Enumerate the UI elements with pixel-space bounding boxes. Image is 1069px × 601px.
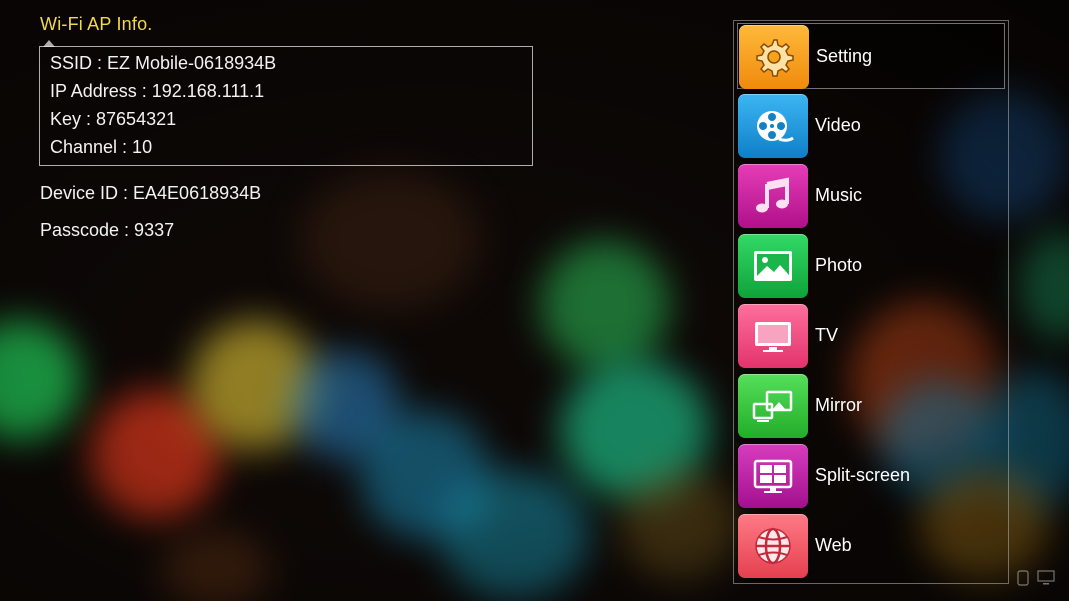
menu-label-music: Music [815,185,863,205]
channel-text: Channel : 10 [50,137,153,157]
film-reel-icon [738,94,808,158]
menu-label-setting: Setting [816,46,873,66]
menu-label-split-screen: Split-screen [815,465,911,485]
wifi-info-box: SSID : EZ Mobile-0618934B IP Address : 1… [39,40,533,166]
picture-icon [738,234,808,298]
tv-icon [738,304,808,368]
menu-label-video: Video [815,115,861,135]
device-icon [1017,570,1029,591]
music-note-icon [738,164,808,228]
menu-label-web: Web [815,535,852,555]
corner-status-icons [1017,570,1055,591]
gear-icon [739,25,809,89]
menu-item-music[interactable]: Music [737,163,1005,229]
menu-label-mirror: Mirror [815,395,862,415]
key-text: Key : 87654321 [50,109,177,129]
globe-icon [738,514,808,578]
menu-label-photo: Photo [815,255,863,275]
screen-mirror-icon [738,374,808,438]
passcode-text: Passcode : 9337 [40,220,175,240]
monitor-icon [1037,570,1055,591]
main-menu: Setting Video Music Photo TV Mirror Spli… [733,20,1009,584]
menu-label-tv: TV [815,325,839,345]
menu-item-web[interactable]: Web [737,513,1005,579]
menu-item-photo[interactable]: Photo [737,233,1005,299]
menu-item-tv[interactable]: TV [737,303,1005,369]
menu-item-mirror[interactable]: Mirror [737,373,1005,439]
menu-item-split-screen[interactable]: Split-screen [737,443,1005,509]
wifi-ap-title: Wi-Fi AP Info. [40,14,153,34]
ip-address-text: IP Address : 192.168.111.1 [50,81,265,101]
menu-item-setting[interactable]: Setting [737,23,1005,89]
device-id-text: Device ID : EA4E0618934B [40,183,262,203]
ssid-text: SSID : EZ Mobile-0618934B [50,53,277,73]
split-screen-icon [738,444,808,508]
menu-item-video[interactable]: Video [737,93,1005,159]
